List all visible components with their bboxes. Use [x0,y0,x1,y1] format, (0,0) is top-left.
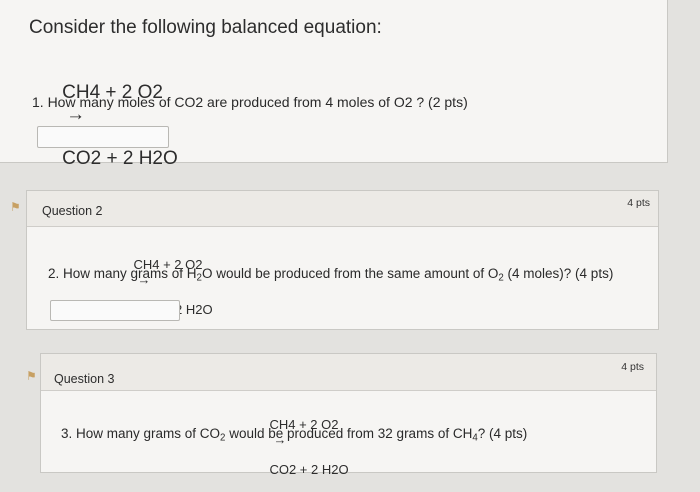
question-3-title: Question 3 [54,372,115,386]
question-3-points: 4 pts [621,361,644,373]
question-2-header: Question 2 4 pts [27,191,658,227]
question-2-prompt: 2. How many grams of H2O would be produc… [48,266,614,284]
question-2-answer-input[interactable] [50,300,180,321]
question-3-card: Question 3 4 pts CH4 + 2 O2 → CO2 + 2 H2… [40,353,657,477]
question-3-header: Question 3 4 pts [41,354,656,391]
question-3-prompt: 3. How many grams of CO2 would be produc… [61,426,528,444]
question-2-title: Question 2 [42,204,103,218]
flag-icon[interactable]: ⚑ [26,369,37,383]
question-3-equation: CH4 + 2 O2 → CO2 + 2 H2O [255,402,349,492]
question-1-answer-input[interactable] [37,126,169,148]
question-2-points: 4 pts [627,197,650,209]
question-1-card: Consider the following balanced equation… [0,0,668,169]
question-1-prompt: 1. How many moles of CO2 are produced fr… [32,94,468,110]
equation-right: CO2 + 2 H2O [269,462,349,477]
question-1-intro: Consider the following balanced equation… [29,17,382,38]
equation-right: CO2 + 2 H2O [62,148,178,169]
flag-icon[interactable]: ⚑ [10,200,21,214]
question-2-card: Question 2 4 pts CH4 + 2 O2 → CO2 + 2 H2… [26,190,659,330]
